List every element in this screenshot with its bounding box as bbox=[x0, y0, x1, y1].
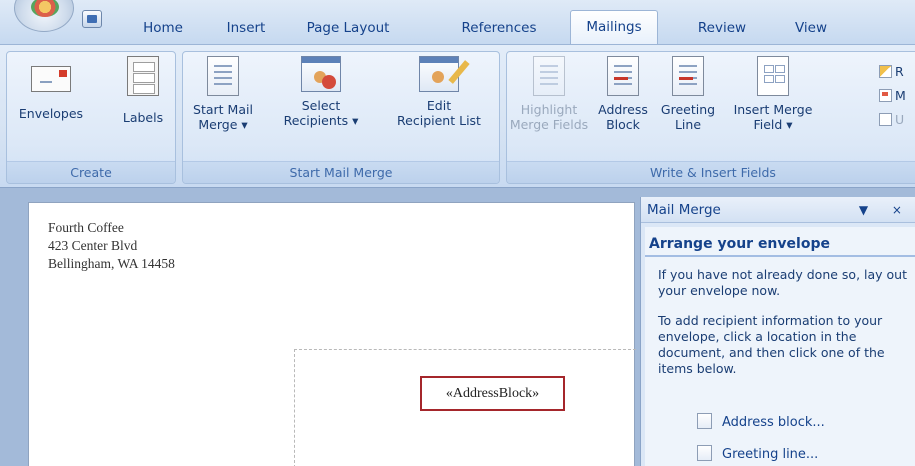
edit-recipient-list-label-1: Edit bbox=[426, 98, 452, 113]
address-block-label-1: Address bbox=[598, 102, 648, 117]
task-pane-title: Mail Merge bbox=[647, 202, 721, 218]
greeting-line-icon bbox=[672, 56, 704, 96]
return-address: Fourth Coffee 423 Center Blvd Bellingham… bbox=[48, 219, 175, 273]
edit-recipient-list-icon bbox=[419, 56, 470, 92]
match-fields-icon bbox=[879, 89, 892, 102]
rules-button[interactable]: R bbox=[879, 64, 904, 79]
update-labels-button[interactable]: U bbox=[879, 112, 904, 127]
envelopes-button[interactable]: Envelopes bbox=[9, 56, 93, 121]
tab-review[interactable]: Review bbox=[690, 12, 754, 44]
return-address-line-3: Bellingham, WA 14458 bbox=[48, 256, 175, 271]
start-mail-merge-button[interactable]: Start Mail Merge ▾ bbox=[185, 56, 261, 132]
envelopes-label: Envelopes bbox=[18, 106, 84, 121]
highlight-label-1: Highlight bbox=[520, 102, 578, 117]
rules-icon bbox=[879, 65, 892, 78]
greeting-line-button[interactable]: Greeting Line bbox=[655, 56, 721, 132]
start-mail-merge-icon bbox=[207, 56, 239, 96]
greeting-line-link-icon bbox=[697, 445, 712, 461]
ribbon: Envelopes Labels Create Start Mail Merge… bbox=[0, 44, 915, 187]
greeting-line-label-1: Greeting bbox=[660, 102, 716, 117]
tab-insert[interactable]: Insert bbox=[218, 12, 274, 44]
labels-label: Labels bbox=[122, 110, 164, 125]
insert-merge-field-label-1: Insert Merge bbox=[733, 102, 813, 117]
update-labels-label: U bbox=[895, 112, 905, 127]
rules-label: R bbox=[895, 64, 904, 79]
address-block-button[interactable]: Address Block bbox=[593, 56, 653, 132]
start-mail-merge-label-2: Merge ▾ bbox=[198, 117, 248, 132]
highlight-merge-fields-icon bbox=[533, 56, 565, 96]
tab-references[interactable]: References bbox=[450, 12, 548, 44]
highlight-label-2: Merge Fields bbox=[509, 117, 589, 132]
pencil-icon bbox=[448, 60, 470, 84]
return-address-line-1: Fourth Coffee bbox=[48, 220, 124, 235]
insert-merge-field-icon bbox=[757, 56, 789, 96]
greeting-line-label-2: Line bbox=[674, 117, 702, 132]
envelope-page[interactable]: Fourth Coffee 423 Center Blvd Bellingham… bbox=[28, 202, 636, 466]
update-labels-icon bbox=[879, 113, 892, 126]
instruction-paragraph-1: If you have not already done so, lay out… bbox=[658, 267, 907, 298]
insert-merge-field-label-2: Field ▾ bbox=[753, 117, 793, 132]
address-block-icon bbox=[607, 56, 639, 96]
group-create: Envelopes Labels Create bbox=[6, 51, 176, 184]
address-block-link-label: Address block... bbox=[722, 415, 825, 430]
match-fields-label: M bbox=[895, 88, 906, 103]
greeting-line-link[interactable]: Greeting line... bbox=[697, 445, 818, 462]
select-recipients-button[interactable]: Select Recipients ▾ bbox=[269, 56, 373, 128]
document-workspace: Fourth Coffee 423 Center Blvd Bellingham… bbox=[0, 187, 915, 466]
labels-button[interactable]: Labels bbox=[115, 56, 171, 125]
address-block-label-2: Block bbox=[606, 117, 640, 132]
start-mail-merge-label-1: Start Mail bbox=[193, 102, 253, 117]
tab-mailings[interactable]: Mailings bbox=[570, 10, 658, 45]
labels-icon bbox=[127, 56, 159, 96]
person-icon-2 bbox=[322, 75, 336, 89]
highlight-merge-fields-button[interactable]: Highlight Merge Fields bbox=[507, 56, 591, 132]
office-button[interactable] bbox=[14, 0, 74, 32]
office-logo-icon bbox=[31, 0, 59, 17]
mail-merge-task-pane: Mail Merge ▼ × Arrange your envelope If … bbox=[640, 197, 915, 466]
group-label-write-insert-fields: Write & Insert Fields bbox=[507, 161, 915, 183]
group-start-mail-merge: Start Mail Merge ▾ Select Recipients ▾ E… bbox=[182, 51, 500, 184]
tab-home[interactable]: Home bbox=[132, 12, 194, 44]
instruction-paragraph-2: To add recipient information to your env… bbox=[658, 313, 885, 376]
tab-view[interactable]: View bbox=[784, 12, 838, 44]
ribbon-tab-bar: Home Insert Page Layout References Maili… bbox=[0, 0, 915, 45]
group-label-start-mail-merge: Start Mail Merge bbox=[183, 161, 499, 183]
greeting-line-link-label: Greeting line... bbox=[722, 447, 819, 462]
task-pane-header: Mail Merge ▼ × bbox=[641, 197, 915, 223]
select-recipients-icon bbox=[301, 56, 341, 92]
task-pane-controls[interactable]: ▼ × bbox=[859, 197, 912, 223]
edit-recipient-list-button[interactable]: Edit Recipient List bbox=[381, 56, 497, 128]
insert-merge-field-button[interactable]: Insert Merge Field ▾ bbox=[725, 56, 821, 132]
person-icon-3 bbox=[432, 71, 444, 83]
group-label-create: Create bbox=[7, 161, 175, 183]
address-block-link[interactable]: Address block... bbox=[697, 413, 825, 430]
tab-page-layout[interactable]: Page Layout bbox=[300, 12, 396, 44]
match-fields-button[interactable]: M bbox=[879, 88, 906, 103]
edit-recipient-list-label-2: Recipient List bbox=[397, 113, 481, 128]
address-block-link-icon bbox=[697, 413, 712, 429]
envelope-icon bbox=[31, 66, 71, 92]
select-recipients-label-1: Select bbox=[301, 98, 341, 113]
word-quick-access-icon[interactable] bbox=[82, 10, 102, 28]
select-recipients-label-2: Recipients ▾ bbox=[283, 113, 359, 128]
task-pane-body: Arrange your envelope If you have not al… bbox=[645, 227, 915, 466]
section-heading: Arrange your envelope bbox=[645, 231, 915, 257]
address-block-field[interactable]: «AddressBlock» bbox=[420, 376, 565, 411]
return-address-line-2: 423 Center Blvd bbox=[48, 238, 138, 253]
group-write-insert-fields: Highlight Merge Fields Address Block Gre… bbox=[506, 51, 915, 184]
